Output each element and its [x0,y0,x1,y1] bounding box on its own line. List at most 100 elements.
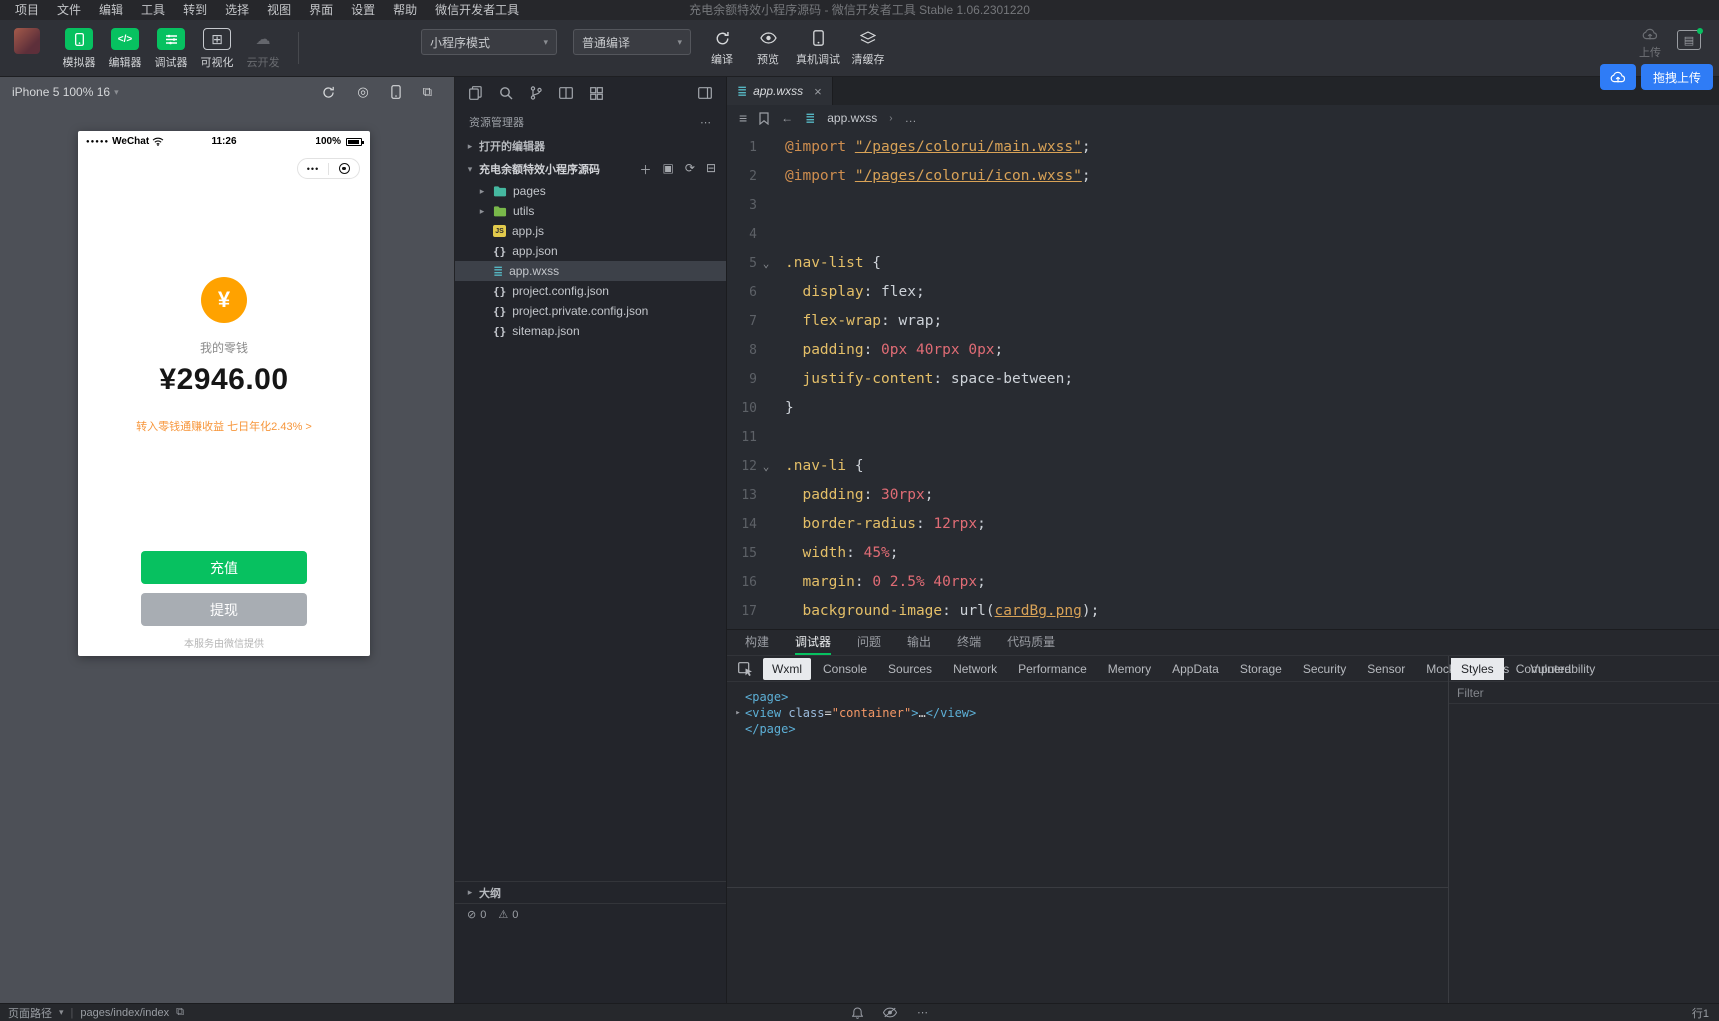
drag-upload-badge[interactable]: 拖拽上传 [1599,64,1713,90]
debugger-toggle-button[interactable]: 调试器 [148,20,194,76]
more-icon[interactable]: ⋯ [917,1006,928,1019]
capsule-home-button[interactable] [329,163,359,174]
capsule-more-button[interactable]: ••• [298,164,328,174]
code-line-9[interactable]: 9 justify-content: space-between; [727,365,1719,394]
bookmark-icon[interactable] [759,111,769,125]
panel-layout-icon[interactable] [698,87,712,99]
devtools-tab-Performance[interactable]: Performance [1009,658,1096,680]
devtools-tab-Sensor[interactable]: Sensor [1358,658,1414,680]
code-line-11[interactable]: 11 [727,423,1719,452]
devtools-tab-Security[interactable]: Security [1294,658,1355,680]
simulator-toggle-button[interactable]: 模拟器 [56,20,102,76]
wxml-node-0[interactable]: <page> [731,689,1444,705]
panel-tab-问题[interactable]: 问题 [857,630,881,655]
promo-link[interactable]: 转入零钱通赚收益 七日年化2.43% > [78,418,370,434]
code-line-10[interactable]: 10} [727,394,1719,423]
wxml-node-2[interactable]: </page> [731,721,1444,737]
wxml-node-1[interactable]: ▸ <view class = "container" >… </view> [731,705,1444,721]
code-line-15[interactable]: 15 width: 45%; [727,539,1719,568]
fold-icon[interactable]: ⌄ [757,452,775,481]
code-line-4[interactable]: 4 [727,220,1719,249]
styles-filter-input[interactable]: Filter [1449,682,1719,704]
devtools-tab-Network[interactable]: Network [944,658,1006,680]
close-icon[interactable]: × [814,84,822,99]
cloud-dev-button[interactable]: ☁ 云开发 [240,20,286,76]
new-folder-icon[interactable]: ▣ [663,161,674,178]
code-line-1[interactable]: 1 @import "/pages/colorui/main.wxss"; [727,133,1719,162]
code-line-5[interactable]: 5 ⌄ .nav-list { [727,249,1719,278]
new-file-icon[interactable]: ＋ [640,161,652,178]
code-line-12[interactable]: 12 ⌄ .nav-li { [727,452,1719,481]
code-line-16[interactable]: 16 margin: 0 2.5% 40rpx; [727,568,1719,597]
compile-button[interactable]: 编译 [699,20,745,76]
breadcrumb-file[interactable]: app.wxss [827,111,877,125]
bell-icon[interactable] [852,1006,863,1019]
more-actions-icon[interactable]: ⋯ [700,116,712,129]
devtools-tab-Memory[interactable]: Memory [1099,658,1160,680]
compile-mode-dropdown[interactable]: 普通编译 ▾ [573,29,691,55]
panel-tab-代码质量[interactable]: 代码质量 [1007,630,1055,655]
project-root-item[interactable]: ▾ 充电余额特效小程序源码 ＋ ▣ ⟳ ⊟ [455,157,726,181]
code-line-14[interactable]: 14 border-radius: 12rpx; [727,510,1719,539]
styles-tab-Styles[interactable]: Styles [1451,657,1504,680]
code-line-6[interactable]: 6 display: flex; [727,278,1719,307]
device-selector[interactable]: iPhone 5 100% 16 [12,85,110,99]
back-icon[interactable]: ← [781,111,793,125]
file-item-app.wxss[interactable]: ≣ app.wxss [455,261,726,281]
styles-tab-Computed[interactable]: Computed [1506,658,1581,680]
avatar[interactable] [14,28,40,54]
chevron-down-icon[interactable]: ▾ [59,1007,64,1018]
device-frame-icon[interactable] [391,85,401,99]
devtools-tab-Storage[interactable]: Storage [1231,658,1291,680]
file-item-utils[interactable]: ▸ utils [455,201,726,221]
clear-cache-button[interactable]: 清缓存 [845,20,891,76]
withdraw-button[interactable]: 提现 [141,593,307,626]
menu-item-微信开发者工具[interactable]: 微信开发者工具 [426,0,528,20]
code-line-3[interactable]: 3 [727,191,1719,220]
chevron-down-icon[interactable]: ▾ [114,87,119,98]
devtools-tab-AppData[interactable]: AppData [1163,658,1228,680]
toolbar-extra-icon[interactable]: ▤ [1677,28,1703,50]
expand-arrow-icon[interactable]: ▸ [731,705,745,721]
file-item-project.config.json[interactable]: {} project.config.json [455,281,726,301]
file-item-pages[interactable]: ▸ pages [455,181,726,201]
extensions-icon[interactable] [590,86,603,100]
tab-app-wxss[interactable]: ≣ app.wxss × [727,77,833,105]
rotate-icon[interactable] [322,86,335,99]
code-line-8[interactable]: 8 padding: 0px 40rpx 0px; [727,336,1719,365]
hamburger-icon[interactable]: ≡ [739,110,747,126]
cursor-position[interactable]: 行1 [1692,1005,1711,1021]
menu-item-选择[interactable]: 选择 [216,0,258,20]
page-path-value[interactable]: pages/index/index [80,1007,169,1019]
menu-item-文件[interactable]: 文件 [48,0,90,20]
editor-toggle-button[interactable]: </> 编辑器 [102,20,148,76]
outline-section[interactable]: ▸ 大纲 [455,881,726,903]
fold-icon[interactable]: ⌄ [757,249,775,278]
menu-item-项目[interactable]: 项目 [6,0,48,20]
file-item-app.js[interactable]: JS app.js [455,221,726,241]
menu-item-工具[interactable]: 工具 [132,0,174,20]
code-line-2[interactable]: 2 @import "/pages/colorui/icon.wxss"; [727,162,1719,191]
mode-dropdown[interactable]: 小程序模式 ▾ [421,29,557,55]
devtools-tab-Wxml[interactable]: Wxml [763,657,811,680]
upload-button[interactable]: 上传 [1639,28,1661,60]
panel-tab-调试器[interactable]: 调试器 [795,630,832,655]
menu-item-编辑[interactable]: 编辑 [90,0,132,20]
split-editor-icon[interactable] [559,87,573,99]
code-line-17[interactable]: 17 background-image: url(cardBg.png); [727,597,1719,626]
file-item-project.private.config.json[interactable]: {} project.private.config.json [455,301,726,321]
preview-button[interactable]: 预览 [745,20,791,76]
panel-tab-终端[interactable]: 终端 [957,630,981,655]
file-item-sitemap.json[interactable]: {} sitemap.json [455,321,726,341]
collapse-all-icon[interactable]: ⊟ [706,161,716,178]
menu-item-设置[interactable]: 设置 [342,0,384,20]
git-branch-icon[interactable] [530,86,542,100]
code-editor[interactable]: 1 @import "/pages/colorui/main.wxss"; 2 @im… [727,131,1719,629]
search-icon[interactable] [499,86,513,100]
problems-bar[interactable]: ⊘ 0 ⚠ 0 [455,903,726,925]
breadcrumb-more[interactable]: … [905,111,917,125]
record-icon[interactable]: ◎ [357,84,368,100]
detach-window-icon[interactable]: ⧉ [423,84,432,100]
file-item-app.json[interactable]: {} app.json [455,241,726,261]
code-line-7[interactable]: 7 flex-wrap: wrap; [727,307,1719,336]
